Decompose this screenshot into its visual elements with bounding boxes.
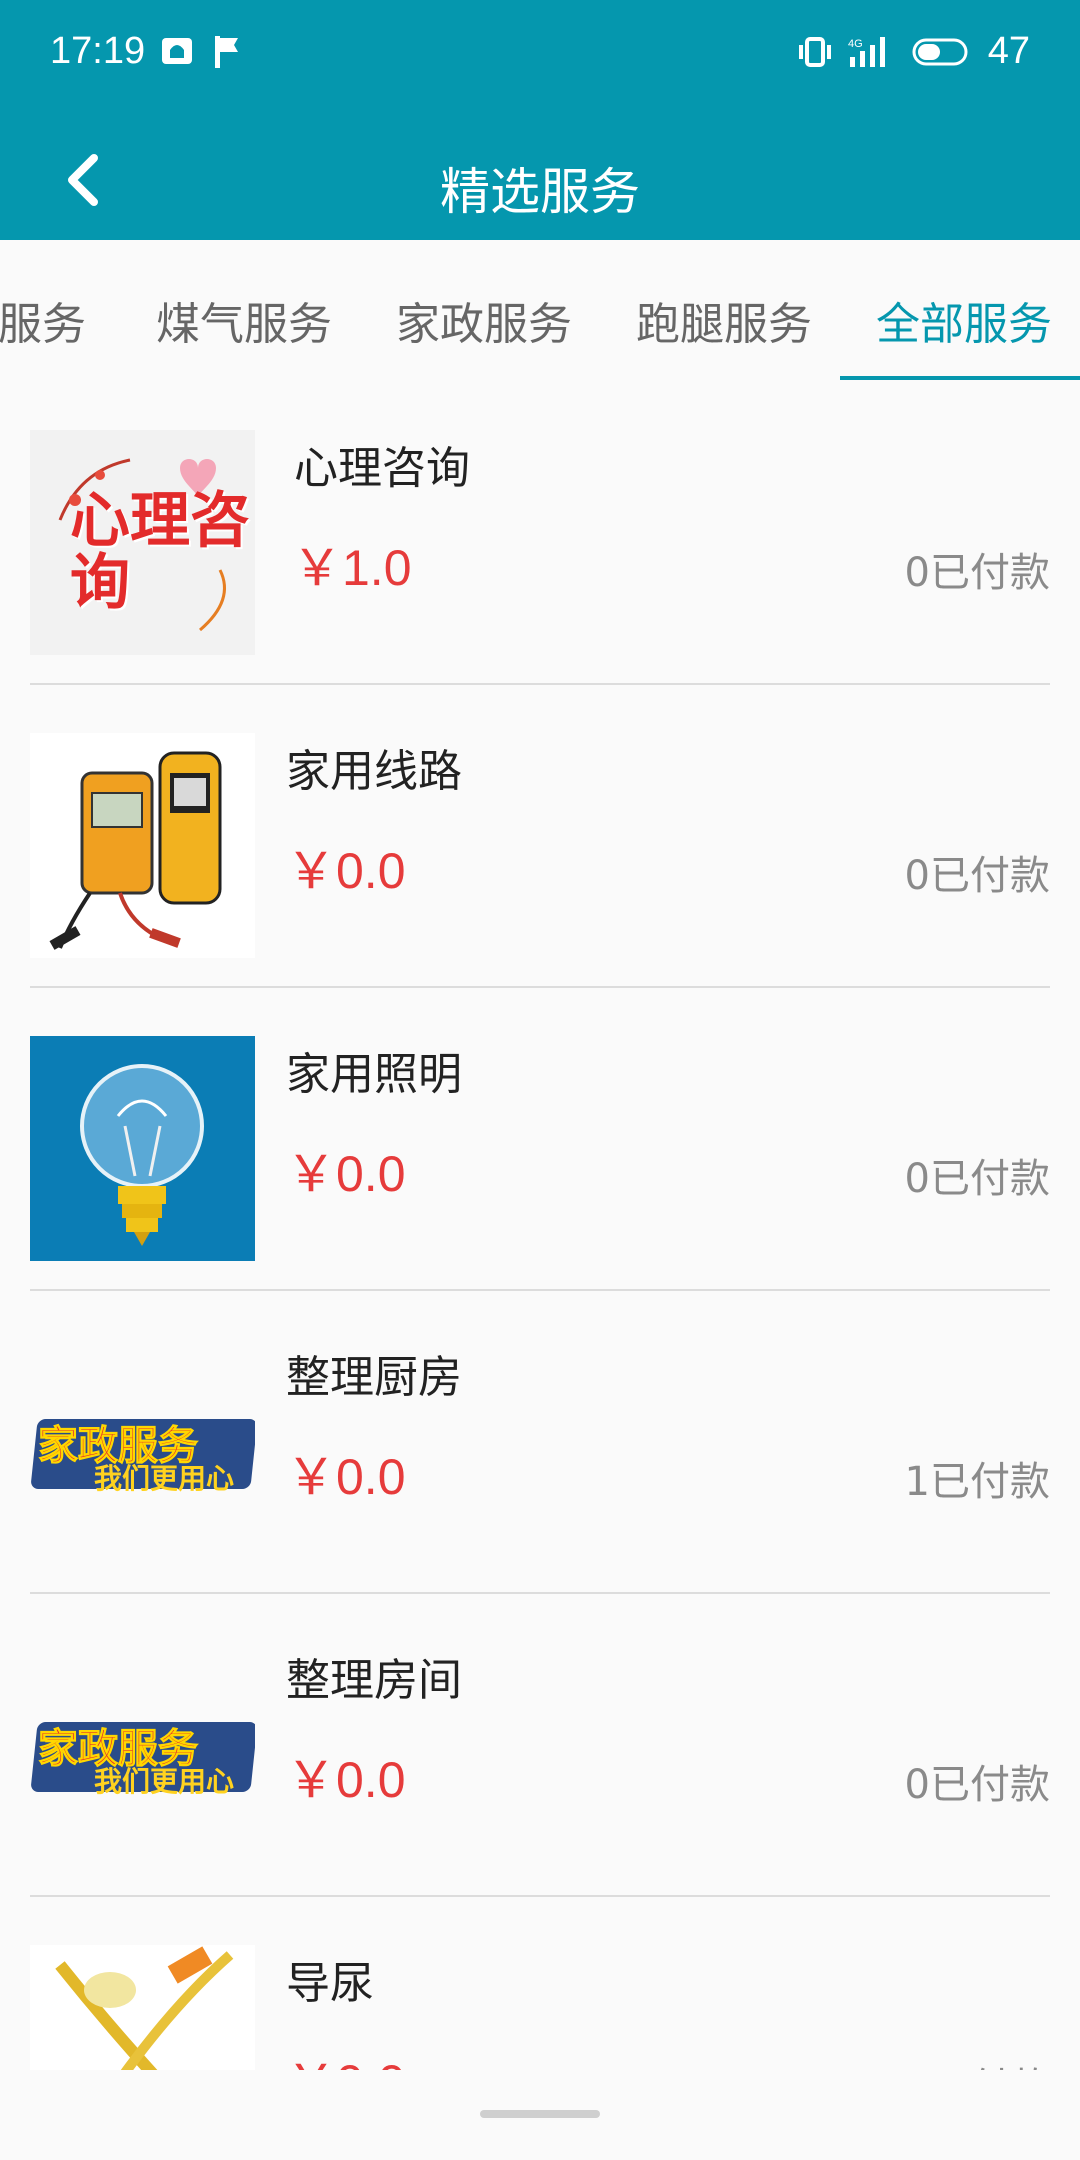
housekeeping-banner-image: 家政服务 我们更用心 bbox=[30, 1339, 255, 1564]
tab-service-partial[interactable]: 服务 bbox=[0, 288, 86, 352]
tab-gas-service[interactable]: 煤气服务 bbox=[156, 288, 332, 352]
paid-count: 0已付款 bbox=[904, 550, 1050, 596]
list-item[interactable]: 心理咨询 心理咨询 ￥1.0 0已付款 bbox=[30, 380, 1050, 685]
multimeter-art bbox=[49, 751, 222, 950]
status-bar: 17:19 4G 47 bbox=[0, 0, 1080, 110]
battery-level: 47 bbox=[987, 30, 1030, 72]
paid-count: 0已付款 bbox=[904, 1762, 1050, 1808]
status-right: 4G 47 bbox=[798, 30, 1030, 73]
housekeeping-banner-image: 家政服务 我们更用心 bbox=[30, 1642, 255, 1867]
list-item[interactable]: 家政服务 我们更用心 整理房间 ￥0.0 0已付款 bbox=[30, 1592, 1050, 1897]
top-bar: 17:19 4G 47 精选服务 bbox=[0, 0, 1080, 240]
flag-icon bbox=[215, 36, 238, 68]
paid-count: 0已付款 bbox=[904, 853, 1050, 899]
vibrate-icon bbox=[798, 36, 831, 67]
service-name: 整理厨房 bbox=[286, 1352, 462, 1403]
service-name: 家用照明 bbox=[286, 1049, 462, 1100]
battery-icon bbox=[912, 38, 968, 65]
list-item[interactable]: 导尿 ￥0.0 0已付款 bbox=[30, 1895, 1050, 2070]
service-price: ￥1.0 bbox=[292, 540, 412, 596]
page-title: 精选服务 bbox=[440, 163, 640, 221]
service-name: 导尿 bbox=[286, 1958, 374, 2009]
service-list[interactable]: 心理咨询 心理咨询 ￥1.0 0已付款 家用线路 ￥0.0 0已付款 家用照明 … bbox=[0, 380, 1080, 2070]
tab-housekeeping-service[interactable]: 家政服务 bbox=[396, 288, 572, 352]
tab-errand-service[interactable]: 跑腿服务 bbox=[636, 288, 812, 352]
list-item[interactable]: 家用线路 ￥0.0 0已付款 bbox=[30, 683, 1050, 988]
paid-count: 0已付款 bbox=[905, 2055, 1050, 2070]
list-item[interactable]: 家用照明 ￥0.0 0已付款 bbox=[30, 986, 1050, 1291]
tab-all-services[interactable]: 全部服务 bbox=[876, 288, 1052, 352]
service-name: 整理房间 bbox=[286, 1655, 462, 1706]
tab-bar: 服务 煤气服务 家政服务 跑腿服务 全部服务 bbox=[0, 240, 1080, 380]
service-price: ￥0.0 bbox=[286, 1752, 406, 1808]
app-bar: 精选服务 bbox=[0, 110, 1080, 240]
network-type: 4G bbox=[848, 38, 863, 50]
service-name: 家用线路 bbox=[286, 746, 462, 797]
catheter-art bbox=[55, 1946, 234, 2070]
lightbulb-art bbox=[80, 1064, 204, 1246]
psych-consult-art-text: 心理咨询 bbox=[70, 486, 250, 618]
status-time: 17:19 bbox=[50, 30, 146, 72]
list-item[interactable]: 家政服务 我们更用心 整理厨房 ￥0.0 1已付款 bbox=[30, 1289, 1050, 1594]
notification-icon bbox=[162, 38, 192, 64]
psych-consult-image: 心理咨询 bbox=[30, 430, 255, 655]
signal-icon: 4G bbox=[848, 36, 885, 67]
service-price: ￥0.0 bbox=[286, 1449, 406, 1505]
service-price: ￥0.0 bbox=[286, 2043, 406, 2070]
service-name: 心理咨询 bbox=[294, 443, 470, 494]
lightbulb-image bbox=[30, 1036, 255, 1261]
housekeeping-banner-subtitle: 我们更用心 bbox=[94, 1462, 235, 1495]
housekeeping-banner-subtitle: 我们更用心 bbox=[94, 1765, 235, 1798]
home-indicator[interactable] bbox=[480, 2110, 600, 2118]
service-price: ￥0.0 bbox=[286, 843, 406, 899]
catheter-image bbox=[30, 1945, 255, 2070]
paid-count: 0已付款 bbox=[904, 1156, 1050, 1202]
service-price: ￥0.0 bbox=[286, 1146, 406, 1202]
paid-count: 1已付款 bbox=[904, 1459, 1050, 1505]
multimeter-image bbox=[30, 733, 255, 958]
